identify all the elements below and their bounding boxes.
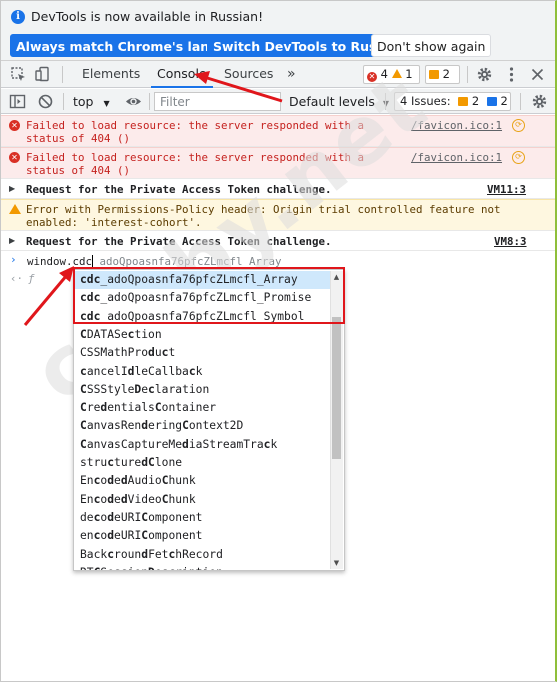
dont-show-again-button[interactable]: Don't show again — [371, 34, 492, 57]
suggestion-item[interactable]: decodeURIComponent — [74, 509, 330, 527]
issue-count: 2 — [442, 67, 450, 81]
message-source-link[interactable]: VM8:3 — [494, 235, 527, 248]
suggestion-item[interactable]: cancelIdleCallback — [74, 363, 330, 381]
error-icon: ✕ — [9, 152, 20, 163]
device-toolbar-icon[interactable] — [34, 66, 51, 83]
suggestion-item[interactable]: CanvasCaptureMediaStreamTrack — [74, 436, 330, 454]
warning-count: 1 — [405, 67, 413, 81]
console-log-message[interactable]: ▶ Request for the Private Access Token c… — [1, 180, 555, 199]
close-devtools-icon[interactable] — [529, 66, 546, 83]
toolbar-divider — [467, 66, 468, 83]
suggestion-item[interactable]: structuredClone — [74, 454, 330, 472]
filter-input[interactable] — [154, 92, 281, 111]
message-source-link[interactable]: /favicon.ico:1 — [411, 119, 502, 132]
tab-elements[interactable]: Elements — [82, 61, 140, 88]
expand-triangle-icon[interactable]: ▶ — [9, 236, 15, 245]
message-text: Failed to load resource: the server resp… — [26, 119, 365, 145]
toolbar-divider — [62, 66, 63, 83]
network-retry-icon[interactable]: ⟳ — [512, 151, 525, 164]
console-toolbar: top ▼ Default levels ▼ 4 Issues: 2 2 — [1, 89, 555, 114]
clear-console-icon[interactable] — [37, 93, 54, 110]
warning-icon — [391, 69, 402, 78]
result-value: ƒ — [28, 272, 35, 285]
error-warning-counter[interactable]: ✕ 4 1 — [363, 65, 420, 84]
error-icon: ✕ — [9, 120, 20, 131]
suggestion-item[interactable]: CanvasRenderingContext2D — [74, 417, 330, 435]
issue-icon — [429, 70, 439, 79]
issue-warning-icon — [458, 97, 469, 106]
settings-gear-icon[interactable] — [476, 66, 493, 83]
suggestion-item[interactable]: CSSMathProduct — [74, 344, 330, 362]
context-selector[interactable]: top ▼ — [73, 94, 110, 109]
suggestion-item[interactable]: EncodedAudioChunk — [74, 472, 330, 490]
network-retry-icon[interactable]: ⟳ — [512, 119, 525, 132]
console-error-message: ✕ Failed to load resource: the server re… — [1, 147, 555, 179]
tab-sources[interactable]: Sources — [224, 61, 273, 88]
toolbar-divider — [63, 93, 64, 110]
issues-button[interactable]: 4 Issues: 2 2 — [394, 92, 511, 111]
toolbar-divider — [149, 93, 150, 110]
log-levels-label: Default levels — [289, 94, 375, 109]
devtools-tabbar: Elements Console Sources » ✕ 4 1 2 — [1, 61, 555, 88]
console-log-message[interactable]: ▶ Request for the Private Access Token c… — [1, 232, 555, 251]
eager-eval-result: ‹· ƒ — [1, 271, 81, 287]
scrollbar-thumb[interactable] — [332, 317, 341, 459]
message-source-link[interactable]: VM11:3 — [487, 183, 526, 196]
expand-triangle-icon[interactable]: ▶ — [9, 184, 15, 193]
scroll-down-arrow-icon[interactable]: ▼ — [332, 558, 341, 568]
toolbar-divider — [520, 93, 521, 110]
suggestion-item[interactable]: encodeURIComponent — [74, 527, 330, 545]
devtools-window: i DevTools is now available in Russian! … — [0, 0, 557, 682]
suggestion-item[interactable]: RTCSessionDescription — [74, 564, 330, 570]
suggestion-item[interactable]: CredentialsContainer — [74, 399, 330, 417]
info-icon: i — [11, 10, 25, 24]
result-back-arrow-icon: ‹· — [10, 272, 24, 285]
tab-console[interactable]: Console — [151, 61, 213, 88]
console-warning-message: Error with Permissions-Policy header: Or… — [1, 199, 555, 231]
suggestion-item[interactable]: CDATASection — [74, 326, 330, 344]
toolbar-divider — [385, 93, 386, 110]
error-icon: ✕ — [367, 72, 377, 82]
more-options-icon[interactable] — [503, 66, 520, 83]
console-error-message: ✕ Failed to load resource: the server re… — [1, 115, 555, 147]
infobar-message: DevTools is now available in Russian! — [31, 9, 264, 24]
issues-counter[interactable]: 2 — [425, 65, 460, 84]
inspect-element-icon[interactable] — [10, 66, 27, 83]
suggestion-item[interactable]: CSSStyleDeclaration — [74, 381, 330, 399]
more-tabs-button[interactable]: » — [287, 61, 296, 88]
message-text: Request for the Private Access Token cha… — [26, 183, 332, 196]
issues-warning-count: 2 — [471, 94, 480, 108]
message-source-link[interactable]: /favicon.ico:1 — [411, 151, 502, 164]
message-text: Request for the Private Access Token cha… — [26, 235, 332, 248]
error-count: 4 — [380, 67, 388, 81]
suggestion-item[interactable]: BackcroundFetchRecord — [74, 546, 330, 564]
console-settings-gear-icon[interactable] — [531, 93, 548, 110]
language-infobar: i DevTools is now available in Russian! … — [1, 1, 555, 61]
message-text: Failed to load resource: the server resp… — [26, 151, 365, 177]
live-expression-eye-icon[interactable] — [125, 93, 142, 110]
message-text: Error with Permissions-Policy header: Or… — [26, 203, 501, 229]
chevron-down-icon: ▼ — [103, 99, 110, 108]
context-label: top — [73, 94, 94, 109]
sidebar-toggle-icon[interactable] — [9, 93, 26, 110]
prompt-chevron-icon: › — [10, 253, 17, 266]
issues-info-count: 2 — [500, 94, 508, 108]
issues-label: 4 Issues: — [400, 94, 451, 108]
log-levels-dropdown[interactable]: Default levels ▼ — [289, 94, 389, 109]
highlight-box-annotation — [73, 267, 345, 324]
issue-info-icon — [486, 97, 497, 106]
suggestion-item[interactable]: EncodedVideoChunk — [74, 491, 330, 509]
warning-icon — [9, 204, 21, 214]
